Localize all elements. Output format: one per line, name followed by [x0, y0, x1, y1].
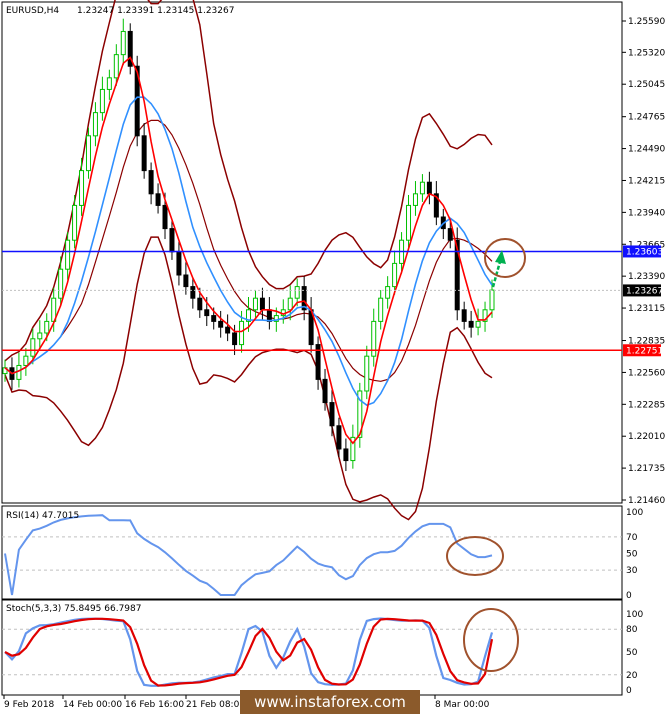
stoch-axis-label: 0	[626, 686, 632, 696]
candle-body	[468, 320, 474, 328]
candle-body	[412, 193, 418, 206]
price-axis-label: 1.23940	[628, 208, 665, 218]
candle-body	[419, 181, 425, 195]
candle-body	[259, 297, 265, 311]
candle-body	[85, 135, 91, 172]
candle-body	[204, 309, 210, 317]
time-axis-label: 9 Feb 2018	[4, 700, 55, 710]
candle-body	[72, 204, 78, 241]
price-axis-label: 1.24215	[628, 176, 665, 186]
candle-body	[329, 402, 335, 427]
stoch-panel	[1, 599, 623, 696]
candle-body	[148, 170, 154, 195]
candle-body	[169, 228, 175, 253]
rsi-title: RSI(14) 47.7015	[6, 511, 79, 521]
candle-body	[266, 309, 272, 322]
time-axis-label: 14 Feb 00:00	[63, 700, 122, 710]
candle-body	[44, 320, 50, 334]
candle-body	[225, 326, 231, 334]
candle-body	[190, 286, 196, 299]
rsi-axis-label: 30	[626, 566, 638, 576]
candle-body	[294, 286, 300, 299]
resistance-level-label: 1.23603	[626, 247, 663, 257]
candle-body	[23, 355, 29, 366]
current-price-label: 1.23267	[626, 286, 663, 296]
rsi-axis-label: 70	[626, 533, 638, 543]
candle-body	[426, 181, 432, 195]
rsi-axis-label: 100	[626, 508, 643, 518]
price-axis-label: 1.23390	[628, 272, 665, 282]
stoch-axis-label: 80	[626, 625, 638, 635]
stoch-title: Stoch(5,3,3) 75.8495 66.7987	[6, 604, 141, 614]
price-axis-label: 1.25590	[628, 17, 665, 27]
candle-body	[99, 88, 105, 114]
candle-body	[65, 239, 71, 270]
candle-body	[461, 309, 467, 322]
candle-body	[141, 135, 147, 172]
candle-body	[239, 320, 245, 346]
price-axis-label: 1.25320	[628, 48, 665, 58]
candle-body	[343, 448, 349, 462]
candle-body	[106, 77, 112, 90]
chart-ohlc: 1.23247 1.23391 1.23145 1.23267	[77, 6, 234, 16]
candle-body	[322, 378, 328, 404]
candle-body	[79, 170, 85, 206]
support-level-label: 1.22751	[626, 346, 663, 356]
price-axis-label: 1.22010	[628, 432, 665, 442]
candle-body	[378, 297, 384, 322]
candle-body	[37, 332, 43, 340]
stoch-axis-label: 100	[626, 610, 643, 620]
watermark: www.instaforex.com	[254, 693, 406, 711]
candle-body	[385, 286, 391, 299]
rsi-axis-label: 0	[626, 591, 632, 601]
stoch-axis-label: 50	[626, 648, 638, 658]
candle-body	[162, 204, 168, 230]
time-axis-label: 8 Mar 00:00	[435, 700, 490, 710]
candle-body	[218, 320, 224, 328]
candle-body	[197, 297, 203, 311]
price-axis-label: 1.25045	[628, 80, 665, 90]
candle-body	[30, 338, 36, 357]
price-axis-label: 1.24490	[628, 145, 665, 155]
price-axis-label: 1.22285	[628, 400, 665, 410]
candle-body	[58, 268, 64, 299]
candle-body	[489, 289, 495, 311]
price-axis-label: 1.21735	[628, 464, 665, 474]
candle-body	[364, 355, 370, 392]
rsi-axis-label: 50	[626, 550, 638, 560]
time-axis-label: 16 Feb 16:00	[125, 700, 184, 710]
candle-body	[120, 30, 126, 56]
rsi-panel	[1, 505, 623, 600]
price-panel	[1, 1, 623, 504]
candle-body	[16, 364, 22, 380]
chart-canvas: 1.25590 1.25320 1.25045 1.24765 1.24490 1.242…	[1, 0, 665, 714]
price-axis-label: 1.24765	[628, 113, 665, 123]
candle-body	[475, 320, 481, 328]
candle-body	[232, 332, 238, 346]
price-axis-label: 1.21460	[628, 496, 665, 506]
candle-body	[211, 315, 217, 322]
time-axis-label: 21 Feb 08:00	[186, 700, 245, 710]
candle-body	[392, 262, 398, 288]
candle-body	[155, 193, 161, 206]
candle-body	[287, 297, 293, 311]
candle-body	[92, 112, 98, 137]
chart-symbol: EURUSD,H4	[6, 6, 59, 16]
candle-body	[447, 228, 453, 241]
price-axis-label: 1.22560	[628, 368, 665, 378]
candle-body	[113, 54, 119, 79]
candle-body	[406, 204, 412, 241]
stoch-axis-label: 20	[626, 671, 638, 681]
candle-body	[252, 297, 258, 311]
candle-body	[336, 425, 342, 450]
candle-body	[176, 251, 182, 276]
price-axis-label: 1.23115	[628, 304, 665, 314]
candle-body	[183, 274, 189, 288]
